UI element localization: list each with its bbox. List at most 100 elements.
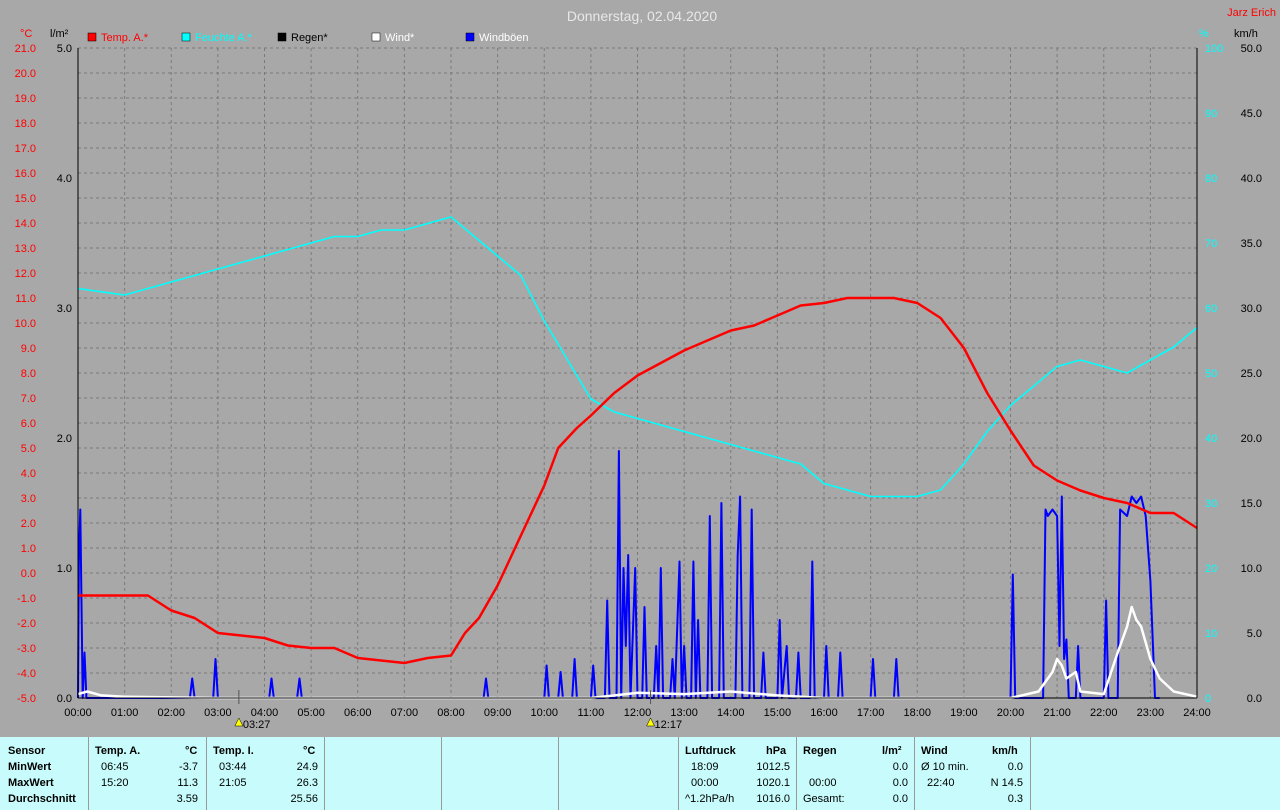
temp-i-avg: 25.56	[290, 793, 318, 805]
temp-tick-label: 12.0	[15, 268, 36, 280]
pct-tick-label: 0	[1205, 693, 1211, 705]
temp-tick-label: 3.0	[21, 493, 36, 505]
legend-label: Temp. A.*	[101, 32, 149, 44]
temp-a-unit: °C	[185, 745, 198, 757]
temp-a-min-value: -3.7	[179, 761, 198, 773]
legend-swatch	[87, 32, 97, 42]
pressure-min-time: 18:09	[691, 761, 719, 773]
wind-tick-label: 40.0	[1241, 173, 1262, 185]
x-tick-label: 10:00	[530, 707, 558, 719]
pct-tick-label: 40	[1205, 433, 1217, 445]
x-tick-label: 16:00	[810, 707, 838, 719]
temp-tick-label: 10.0	[15, 318, 36, 330]
pressure-trend-label: ^1.2hPa/h	[685, 793, 735, 805]
x-tick-label: 19:00	[950, 707, 978, 719]
rain-tick-label: 4.0	[57, 173, 72, 185]
x-tick-label: 00:00	[64, 707, 92, 719]
temp-tick-label: 9.0	[21, 343, 36, 355]
temp-tick-label: -3.0	[17, 643, 36, 655]
temp-tick-label: 13.0	[15, 243, 36, 255]
legend-label: Windböen	[479, 32, 529, 44]
x-tick-label: 15:00	[764, 707, 792, 719]
wind-tick-label: 15.0	[1241, 498, 1262, 510]
pct-axis-unit: %	[1199, 28, 1209, 40]
x-tick-label: 07:00	[391, 707, 419, 719]
temp-i-min-time: 03:44	[219, 761, 247, 773]
temp-tick-label: 16.0	[15, 168, 36, 180]
x-tick-label: 22:00	[1090, 707, 1118, 719]
temp-tick-label: 6.0	[21, 418, 36, 430]
pct-tick-label: 80	[1205, 173, 1217, 185]
rain-tick-label: 2.0	[57, 433, 72, 445]
legend-label: Regen*	[291, 32, 328, 44]
legend-swatch	[181, 32, 191, 42]
weather-chart: 00:00 01:00 02:00 03:00 04:00 05:00 06:00 07:00…	[15, 7, 1276, 731]
x-tick-label: 09:00	[484, 707, 512, 719]
pct-tick-label: 10	[1205, 628, 1217, 640]
wind-avg: 0.3	[1007, 793, 1023, 805]
rain-unit: l/m²	[882, 745, 902, 757]
divider	[206, 737, 207, 810]
divider	[678, 737, 679, 810]
temp-tick-label: -5.0	[17, 693, 36, 705]
wind-max-value: N 14.5	[990, 777, 1023, 789]
temp-tick-label: 15.0	[15, 193, 36, 205]
wind-avg10-value: 0.0	[1007, 761, 1023, 773]
temp-tick-label: 5.0	[21, 443, 36, 455]
wind-max-time: 22:40	[927, 777, 955, 789]
pressure-min-value: 1012.5	[756, 761, 790, 773]
x-tick-label: 08:00	[437, 707, 465, 719]
x-tick-label: 17:00	[857, 707, 885, 719]
x-tick-label: 14:00	[717, 707, 745, 719]
pressure-unit: hPa	[766, 745, 787, 757]
sun-marker-icon	[646, 717, 655, 727]
stats-panel: Sensor MinWert MaxWert Durchschnitt Temp…	[0, 737, 1280, 810]
temp-tick-label: -4.0	[17, 668, 36, 680]
temp-tick-label: 7.0	[21, 393, 36, 405]
legend: Temp. A.* Feuchte A.* Regen* Wind* Windböen	[87, 32, 529, 44]
marker-label: 12:17	[655, 719, 683, 731]
wind-tick-label: 35.0	[1241, 238, 1262, 250]
wind-tick-label: 30.0	[1241, 303, 1262, 315]
temp-axis-unit: °C	[20, 28, 32, 40]
x-tick-label: 04:00	[251, 707, 279, 719]
temp-tick-label: 17.0	[15, 143, 36, 155]
x-tick-label: 12:00	[624, 707, 652, 719]
temp-tick-label: 11.0	[15, 293, 36, 305]
temp-i-max-time: 21:05	[219, 777, 247, 789]
pressure-avg: 1016.0	[756, 793, 790, 805]
sun-marker-icon	[234, 717, 244, 727]
x-tick-label: 02:00	[157, 707, 185, 719]
legend-swatch	[371, 32, 381, 42]
temp-a-min-time: 06:45	[101, 761, 129, 773]
rain-tick-label: 1.0	[57, 563, 72, 575]
legend-swatch	[465, 32, 475, 42]
rain-tick-label: 3.0	[57, 303, 72, 315]
pressure-max-value: 1020.1	[756, 777, 790, 789]
pct-tick-label: 70	[1205, 238, 1217, 250]
x-tick-label: 01:00	[111, 707, 139, 719]
wind-unit: km/h	[992, 745, 1018, 757]
wind-tick-label: 10.0	[1241, 563, 1262, 575]
divider	[914, 737, 915, 810]
x-tick-label: 20:00	[997, 707, 1025, 719]
temp-a-avg: 3.59	[176, 793, 198, 805]
wind-axis-unit: km/h	[1234, 28, 1258, 40]
author-label: Jarz Erich	[1227, 7, 1276, 19]
sensor-title: Sensor	[8, 745, 46, 757]
pct-tick-label: 30	[1205, 498, 1217, 510]
wind-title: Wind	[921, 745, 948, 757]
pct-tick-label: 20	[1205, 563, 1217, 575]
x-tick-label: 05:00	[297, 707, 325, 719]
x-tick-label: 23:00	[1137, 707, 1165, 719]
wind-tick-label: 0.0	[1247, 693, 1262, 705]
temp-tick-label: 0.0	[21, 568, 36, 580]
legend-label: Feuchte A.*	[195, 32, 253, 44]
x-tick-label: 21:00	[1043, 707, 1071, 719]
temp-tick-label: 20.0	[15, 68, 36, 80]
rain-tick-label: 0.0	[57, 693, 72, 705]
rain-title: Regen	[803, 745, 837, 757]
temp-i-unit: °C	[303, 745, 316, 757]
sensor-min-label: MinWert	[8, 761, 52, 773]
temp-tick-label: 18.0	[15, 118, 36, 130]
